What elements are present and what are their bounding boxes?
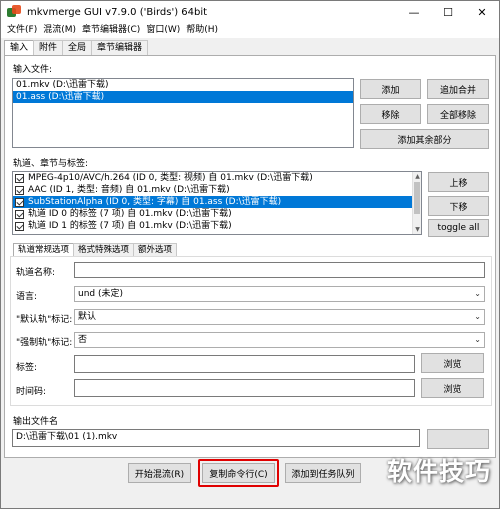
tab-input[interactable]: 输入 [4, 40, 35, 56]
default-flag-value: 默认 [78, 312, 97, 322]
chevron-down-icon[interactable]: ⌄ [474, 333, 481, 347]
track-item-video[interactable]: MPEG-4p10/AVC/h.264 (ID 0, 类型: 视频) 自 01.… [13, 172, 421, 184]
track-item-audio[interactable]: AAC (ID 1, 类型: 音频) 自 01.mkv (D:\迅雷下载) [13, 184, 421, 196]
track-item-tags-1[interactable]: 轨道 ID 1 的标签 (7 项) 自 01.mkv (D:\迅雷下载) [13, 220, 421, 232]
tab-global[interactable]: 全局 [62, 40, 93, 55]
move-down-button[interactable]: 下移 [428, 196, 489, 216]
output-filename-label: 输出文件名 [13, 417, 59, 427]
menu-chapter-editor[interactable]: 章节编辑器(C) [79, 23, 143, 38]
remove-all-button[interactable]: 全部移除 [427, 104, 489, 124]
tags-browse-button[interactable]: 浏览 [421, 353, 484, 373]
main-tabs: 输入 附件 全局 章节编辑器 [4, 40, 149, 56]
checkbox-checked-icon[interactable] [15, 221, 24, 231]
append-file-button[interactable]: 追加合并 [427, 79, 489, 99]
chevron-down-icon[interactable]: ⌄ [474, 287, 481, 301]
menu-mux[interactable]: 混流(M) [40, 23, 79, 38]
timecodes-label: 时间码: [16, 387, 47, 397]
tracks-list[interactable]: MPEG-4p10/AVC/h.264 (ID 0, 类型: 视频) 自 01.… [12, 171, 422, 235]
track-options-tabs: 轨道常规选项 格式特殊选项 额外选项 [13, 243, 178, 257]
tracks-label: 轨道、章节与标签: [13, 159, 89, 169]
tab-extra-options[interactable]: 额外选项 [133, 243, 178, 256]
language-label: 语言: [16, 292, 38, 302]
default-flag-label: "默认轨"标记: [16, 315, 73, 325]
add-other-button[interactable]: 添加其余部分 [360, 129, 489, 149]
menu-file[interactable]: 文件(F) [4, 23, 40, 38]
minimize-button[interactable]: — [397, 1, 431, 23]
window-title: mkvmerge GUI v7.9.0 ('Birds') 64bit [27, 6, 208, 18]
forced-flag-value: 否 [78, 335, 88, 345]
input-file-item-selected[interactable]: 01.ass (D:\迅雷下载) [13, 91, 353, 103]
forced-flag-select[interactable]: 否 ⌄ [74, 332, 485, 348]
language-value: und (未定) [78, 289, 124, 299]
move-up-button[interactable]: 上移 [428, 172, 489, 192]
watermark-text: 软件技巧 [386, 457, 491, 486]
checkbox-checked-icon[interactable] [15, 209, 24, 219]
start-muxing-button[interactable]: 开始混流(R) [128, 463, 191, 483]
toggle-all-button[interactable]: toggle all [428, 219, 489, 237]
tracks-scrollbar[interactable]: ▲ ▼ [412, 172, 421, 234]
app-window: mkvmerge GUI v7.9.0 ('Birds') 64bit — ☐ … [0, 0, 500, 509]
timecodes-browse-button[interactable]: 浏览 [421, 378, 484, 398]
tags-input[interactable] [74, 355, 415, 373]
track-item-subtitle-selected[interactable]: SubStationAlpha (ID 0, 类型: 字幕) 自 01.ass … [13, 196, 421, 208]
close-button[interactable]: ✕ [465, 1, 499, 23]
mkvmerge-app-icon [7, 5, 21, 19]
tab-general-track-options[interactable]: 轨道常规选项 [13, 243, 75, 257]
input-files-list[interactable]: 01.mkv (D:\迅雷下载) 01.ass (D:\迅雷下载) [12, 78, 354, 148]
checkbox-checked-icon[interactable] [15, 197, 24, 207]
track-item-label: 轨道 ID 1 的标签 (7 项) 自 01.mkv (D:\迅雷下载) [28, 221, 232, 231]
track-item-label: SubStationAlpha (ID 0, 类型: 字幕) 自 01.ass … [28, 197, 282, 207]
track-name-input[interactable] [74, 262, 485, 278]
track-item-label: MPEG-4p10/AVC/h.264 (ID 0, 类型: 视频) 自 01.… [28, 173, 313, 183]
track-item-tags-0[interactable]: 轨道 ID 0 的标签 (7 项) 自 01.mkv (D:\迅雷下载) [13, 208, 421, 220]
add-to-queue-button[interactable]: 添加到任务队列 [285, 463, 361, 483]
scroll-up-arrow-icon[interactable]: ▲ [413, 172, 421, 181]
title-bar: mkvmerge GUI v7.9.0 ('Birds') 64bit — ☐ … [1, 1, 499, 23]
menu-window[interactable]: 窗口(W) [143, 23, 183, 38]
output-filename-input[interactable]: D:\迅雷下载\01 (1).mkv [12, 429, 420, 447]
chevron-down-icon[interactable]: ⌄ [474, 310, 481, 324]
tags-label: 标签: [16, 363, 38, 373]
input-files-label: 输入文件: [13, 65, 53, 75]
menu-bar: 文件(F) 混流(M) 章节编辑器(C) 窗口(W) 帮助(H) [1, 23, 499, 38]
maximize-button[interactable]: ☐ [431, 1, 465, 23]
scrollbar-thumb[interactable] [414, 182, 420, 214]
track-name-label: 轨道名称: [16, 268, 56, 278]
red-highlight-box [198, 459, 279, 487]
tab-format-specific-options[interactable]: 格式特殊选项 [73, 243, 135, 256]
checkbox-checked-icon[interactable] [15, 173, 24, 183]
output-browse-button[interactable] [427, 429, 489, 449]
timecodes-input[interactable] [74, 379, 415, 397]
scroll-down-arrow-icon[interactable]: ▼ [413, 225, 421, 234]
menu-help[interactable]: 帮助(H) [183, 23, 221, 38]
track-item-label: AAC (ID 1, 类型: 音频) 自 01.mkv (D:\迅雷下载) [28, 185, 230, 195]
add-file-button[interactable]: 添加 [360, 79, 421, 99]
checkbox-checked-icon[interactable] [15, 185, 24, 195]
input-file-item[interactable]: 01.mkv (D:\迅雷下载) [13, 79, 353, 91]
tab-chapter-editor[interactable]: 章节编辑器 [91, 40, 149, 55]
remove-file-button[interactable]: 移除 [360, 104, 421, 124]
track-item-label: 轨道 ID 0 的标签 (7 项) 自 01.mkv (D:\迅雷下载) [28, 209, 232, 219]
default-flag-select[interactable]: 默认 ⌄ [74, 309, 485, 325]
forced-flag-label: "强制轨"标记: [16, 338, 73, 348]
tab-attachments[interactable]: 附件 [33, 40, 64, 55]
language-select[interactable]: und (未定) ⌄ [74, 286, 485, 302]
